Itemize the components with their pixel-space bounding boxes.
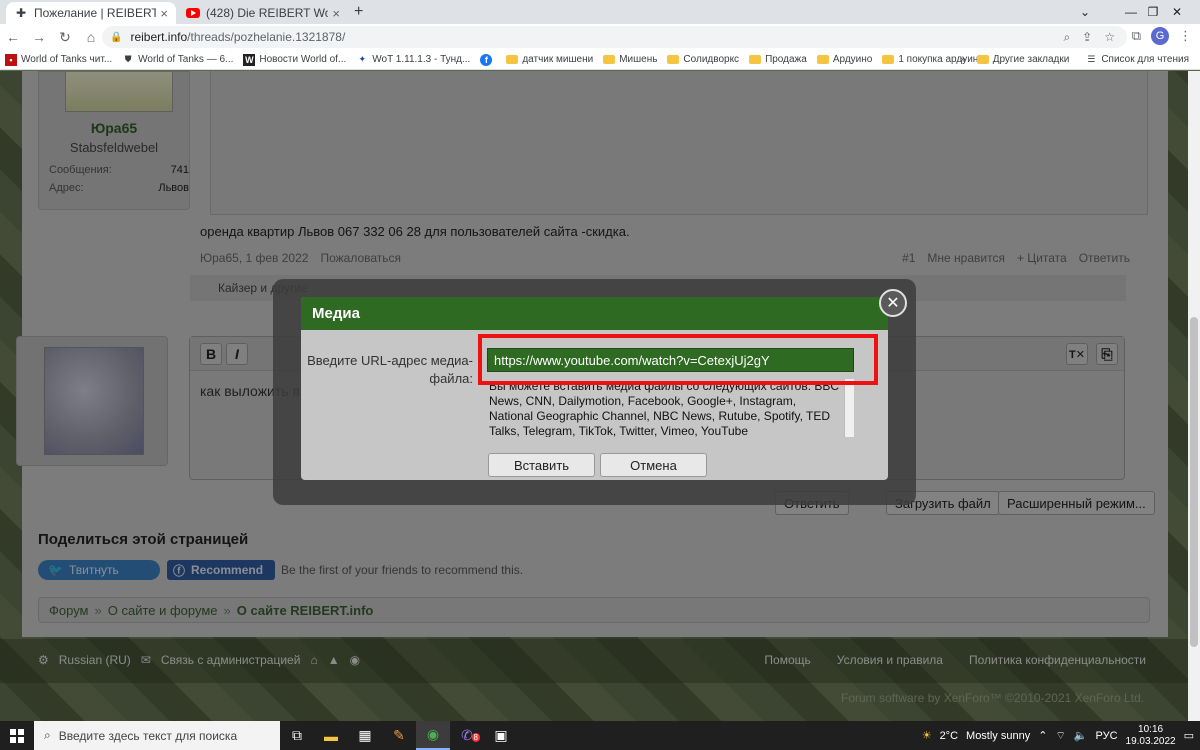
bookmark-item[interactable]: датчик мишени (501, 54, 598, 65)
folder-icon (667, 55, 680, 64)
weather-sun-icon: ☀ (921, 730, 932, 742)
temperature[interactable]: 2°C (940, 730, 958, 742)
bookmark-item[interactable]: Ардуино (812, 54, 878, 65)
task-view-icon[interactable]: ⧉ (280, 721, 314, 750)
start-button[interactable] (0, 721, 34, 750)
insert-button[interactable]: Вставить (488, 453, 595, 477)
folder-icon (603, 55, 616, 64)
page-scrollbar[interactable] (1188, 71, 1200, 721)
supported-sites-hint: Вы можете вставить медиа файлы со следую… (487, 379, 854, 437)
media-dialog: Медиа Введите URL-адрес медиа-файла: htt… (301, 297, 888, 480)
home-icon[interactable]: ⌂ (78, 29, 104, 45)
youtube-favicon-icon (186, 6, 200, 20)
bookmark-other-folder[interactable]: Другие закладки (972, 54, 1075, 66)
wot-star-icon: ✦ (358, 54, 367, 64)
share-icon[interactable]: ⇪ (1082, 30, 1092, 45)
w-icon: W (243, 53, 256, 66)
url-label: Введите URL-адрес медиа-файла: (307, 353, 473, 386)
bookmark-facebook[interactable]: f (475, 53, 501, 66)
navigation-bar: ← → ↻ ⌂ 🔒 reibert.info/threads/pozhelani… (0, 24, 1200, 50)
bookmark-item[interactable]: ✦ WoT 1.11.1.3 - Тунд... (351, 54, 475, 66)
folder-icon (882, 55, 895, 64)
network-icon[interactable]: ⌔ (1055, 729, 1065, 743)
chrome-icon[interactable]: ◉ (416, 721, 450, 750)
address-bar[interactable]: 🔒 reibert.info/threads/pozhelanie.132187… (102, 26, 1127, 48)
extensions-icon[interactable]: ⧉ (1132, 28, 1141, 44)
notification-badge: 8 (471, 733, 480, 742)
lock-icon[interactable]: 🔒 (110, 32, 122, 43)
close-tab-icon[interactable]: × (160, 6, 168, 21)
taskbar-search[interactable]: ⌕ Введите здесь текст для поиска (34, 721, 280, 750)
annotation-highlight (478, 334, 878, 385)
tray-chevron-icon[interactable]: ⌃ (1038, 729, 1047, 742)
folder-icon (976, 55, 989, 64)
tab-title: Пожелание | REIBERT.info (34, 6, 157, 20)
tab-bar: ✚ Пожелание | REIBERT.info × (428) Die R… (0, 0, 1200, 24)
bookmark-item[interactable]: W Новости World of... (238, 53, 351, 66)
close-window-icon[interactable]: ✕ (1154, 0, 1200, 24)
app-icon[interactable]: ▣ (484, 721, 518, 750)
tab-reibert[interactable]: ✚ Пожелание | REIBERT.info × (6, 2, 176, 24)
new-tab-icon[interactable]: + (354, 3, 363, 21)
reibert-favicon-icon: ✚ (15, 6, 27, 20)
hint-scrollbar[interactable] (844, 379, 854, 437)
bookmark-item[interactable]: Мишень (598, 54, 662, 65)
language-indicator[interactable]: РУС (1096, 730, 1118, 742)
profile-avatar[interactable]: G (1151, 27, 1169, 45)
zoom-icon[interactable]: ⌕ (1063, 30, 1070, 45)
bookmark-item[interactable]: Солидворкс (662, 54, 744, 65)
bookmark-item[interactable]: ▪ World of Tanks чит... (0, 53, 117, 66)
volume-icon[interactable]: 🔈 (1074, 729, 1088, 742)
bookmark-item[interactable]: Продажа (744, 54, 812, 65)
menu-kebab-icon[interactable]: ⋮ (1179, 28, 1192, 44)
scrollbar-thumb[interactable] (1190, 317, 1198, 647)
close-icon[interactable]: ✕ (879, 289, 907, 317)
bookmark-item[interactable]: ⛊ World of Tanks — 6... (117, 54, 238, 66)
folder-icon (749, 55, 762, 64)
reading-list[interactable]: ☰ Список для чтения (1080, 54, 1194, 66)
windows-taskbar: ⌕ Введите здесь текст для поиска ⧉ ▬ ▦ ✎… (0, 721, 1200, 750)
tab-youtube[interactable]: (428) Die REIBERT Wochenschau × (178, 2, 348, 24)
paint-icon[interactable]: ✎ (382, 721, 416, 750)
wot-icon: ▪ (5, 53, 17, 66)
shield-icon: ⛊ (124, 54, 132, 64)
close-tab-icon[interactable]: × (332, 6, 340, 21)
notifications-icon[interactable]: ▭ (1184, 729, 1194, 742)
dialog-title: Медиа (301, 297, 888, 330)
clock[interactable]: 10:16 19.03.2022 (1126, 724, 1176, 748)
reload-icon[interactable]: ↻ (52, 29, 78, 46)
weather-text[interactable]: Mostly sunny (966, 730, 1030, 742)
calculator-icon[interactable]: ▦ (348, 721, 382, 750)
viber-icon[interactable]: ✆ 8 (450, 721, 484, 750)
file-explorer-icon[interactable]: ▬ (314, 721, 348, 750)
url-path: /threads/pozhelanie.1321878/ (187, 30, 346, 44)
bookmarks-bar: ▪ World of Tanks чит... ⛊ World of Tanks —… (0, 50, 1200, 70)
url-host: reibert.info (130, 30, 188, 44)
facebook-icon: f (480, 53, 493, 66)
tab-title: (428) Die REIBERT Wochenschau (206, 6, 329, 20)
forward-icon[interactable]: → (26, 29, 52, 45)
windows-icon (10, 728, 24, 743)
reading-list-icon: ☰ (1087, 54, 1096, 64)
folder-icon (816, 55, 829, 64)
more-bookmarks-icon[interactable]: » (960, 54, 966, 66)
folder-icon (506, 55, 519, 64)
tab-search-icon[interactable]: ⌄ (1062, 0, 1108, 24)
back-icon[interactable]: ← (0, 29, 26, 45)
cancel-button[interactable]: Отмена (600, 453, 707, 477)
search-icon: ⌕ (44, 728, 51, 742)
bookmark-star-icon[interactable]: ☆ (1104, 30, 1115, 45)
